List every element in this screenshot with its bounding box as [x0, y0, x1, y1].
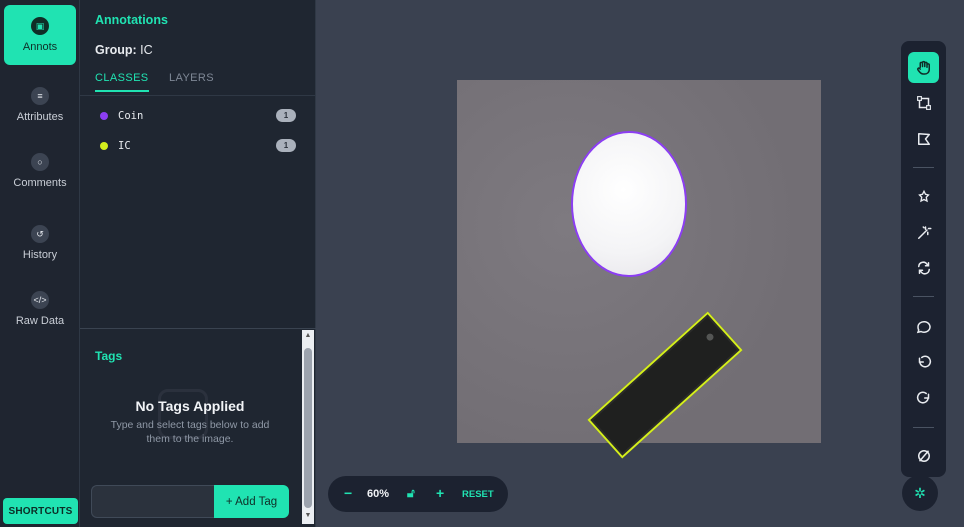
zoom-out-icon[interactable]: − — [344, 485, 352, 501]
rail-item-comments[interactable]: ○ Comments — [4, 141, 76, 201]
hide-icon — [917, 449, 930, 462]
no-tags-title: No Tags Applied — [135, 398, 245, 414]
rail-label-raw-data: Raw Data — [15, 315, 65, 327]
panel-scrollbar[interactable]: ▲ ▼ — [302, 330, 314, 524]
rail-label-attributes: Attributes — [16, 111, 64, 123]
rail-item-history[interactable]: ↺ History — [4, 213, 76, 273]
redo-button[interactable] — [908, 382, 939, 413]
group-key: Group: — [95, 43, 137, 57]
tags-title: Tags — [95, 349, 123, 363]
tag-input[interactable] — [91, 485, 215, 518]
class-row-coin[interactable]: Coin 1 — [100, 108, 300, 124]
zoom-in-icon[interactable]: + — [436, 485, 444, 501]
class-count-badge: 1 — [276, 109, 296, 122]
rail-item-raw-data[interactable]: </> Raw Data — [4, 279, 76, 339]
ic-annotation[interactable] — [587, 311, 743, 459]
comment-tool-button[interactable] — [908, 311, 939, 342]
annotations-panel: Annotations Group: IC CLASSES LAYERS Coi… — [80, 0, 316, 527]
image-canvas[interactable] — [457, 80, 821, 459]
smart-select-tool-button[interactable] — [908, 182, 939, 213]
left-rail: ▣ Annots ≡ Attributes ○ Comments ↺ Histo… — [0, 0, 80, 527]
rail-item-attributes[interactable]: ≡ Attributes — [4, 75, 76, 135]
pan-tool-button[interactable] — [908, 52, 939, 83]
scroll-thumb[interactable] — [304, 348, 312, 508]
tool-toolbar — [901, 41, 946, 477]
toolbar-divider — [913, 167, 934, 168]
bbox-tool-button[interactable] — [908, 87, 939, 118]
class-name: IC — [118, 140, 131, 152]
panel-tabs: CLASSES LAYERS — [80, 70, 316, 96]
rail-label-history: History — [22, 249, 58, 261]
undo-icon — [918, 355, 931, 368]
ic-pin-marker — [705, 332, 715, 343]
toolbar-divider — [913, 427, 934, 428]
tab-layers[interactable]: LAYERS — [169, 72, 214, 84]
magic-wand-tool-button[interactable] — [908, 217, 939, 248]
class-name: Coin — [118, 110, 144, 122]
rail-label-annots: Annots — [22, 41, 58, 53]
shortcuts-button[interactable]: SHORTCUTS — [3, 498, 78, 524]
class-count-badge: 1 — [276, 139, 296, 152]
group-label: Group: IC — [95, 43, 153, 57]
list-icon: ≡ — [31, 87, 49, 105]
smart-select-icon — [917, 189, 930, 202]
group-value: IC — [140, 43, 153, 57]
toolbar-divider — [913, 296, 934, 297]
lock-icon[interactable]: 🔓︎ — [407, 486, 415, 501]
rail-item-annots[interactable]: ▣ Annots — [4, 5, 76, 65]
no-tags-subtitle: Type and select tags below to add them t… — [110, 419, 270, 445]
bbox-icon — [916, 95, 931, 110]
polygon-tool-button[interactable] — [908, 123, 939, 154]
coin-annotation[interactable] — [571, 131, 687, 277]
settings-gear-icon[interactable]: ✲ — [902, 475, 938, 511]
comment-icon — [916, 320, 931, 333]
add-tag-button[interactable]: + Add Tag — [214, 485, 289, 518]
scroll-up-icon[interactable]: ▲ — [304, 332, 312, 339]
hide-annotations-button[interactable] — [908, 440, 939, 471]
zoom-level: 60% — [367, 488, 390, 500]
reset-zoom-button[interactable]: RESET — [462, 489, 494, 500]
rail-label-comments: Comments — [13, 177, 67, 189]
scroll-down-icon[interactable]: ▼ — [304, 512, 312, 519]
pan-icon — [916, 60, 930, 75]
polygon-icon — [917, 132, 930, 145]
swap-icon — [917, 260, 930, 275]
class-color-dot — [100, 142, 108, 150]
redo-icon — [916, 391, 929, 404]
class-row-ic[interactable]: IC 1 — [100, 138, 300, 154]
history-icon: ↺ — [31, 225, 49, 243]
class-color-dot — [100, 112, 108, 120]
magic-wand-icon — [917, 225, 931, 239]
undo-button[interactable] — [908, 346, 939, 377]
comment-icon: ○ — [31, 153, 49, 171]
annotations-icon: ▣ — [31, 17, 49, 35]
tab-classes[interactable]: CLASSES — [95, 72, 149, 92]
code-icon: </> — [31, 291, 49, 309]
tags-section: Tags No Tags Applied Type and select tag… — [80, 328, 316, 527]
swap-tool-button[interactable] — [908, 252, 939, 283]
zoom-controls: − 60% 🔓︎ + RESET — [328, 476, 508, 512]
panel-title: Annotations — [95, 13, 168, 27]
